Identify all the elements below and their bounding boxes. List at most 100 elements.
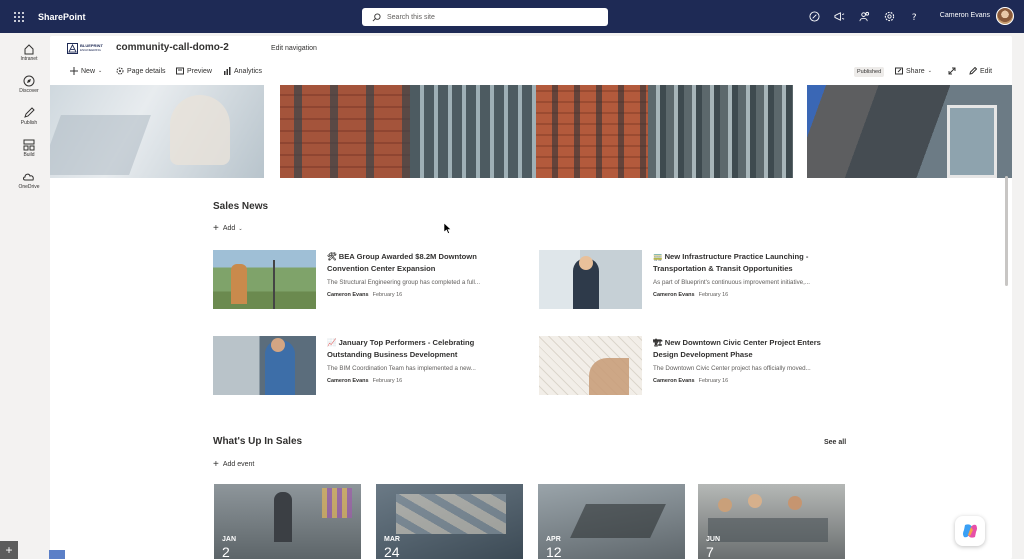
megaphone-icon[interactable] <box>834 11 845 22</box>
news-thumbnail <box>539 336 642 395</box>
news-title[interactable]: 🏗 New Downtown Civic Center Project Ente… <box>653 337 843 360</box>
copilot-icon <box>963 524 977 538</box>
logo-subtext: ENGINEERING <box>80 48 102 52</box>
grid-icon <box>23 139 35 151</box>
news-author: Cameron Evans <box>653 292 695 298</box>
chevron-down-icon: ⌄ <box>238 225 243 232</box>
copilot-button[interactable] <box>955 516 985 546</box>
news-meta: Cameron Evans February 16 <box>327 378 402 384</box>
mouse-pointer-icon <box>444 223 452 234</box>
event-card[interactable]: JAN 2 <box>214 484 361 559</box>
news-date: February 16 <box>698 292 729 298</box>
chevron-down-icon: ⌄ <box>927 68 932 74</box>
news-description: The BIM Coordination Team has implemente… <box>327 365 476 372</box>
see-all-link[interactable]: See all <box>824 439 846 446</box>
gear-icon[interactable] <box>884 11 895 22</box>
news-item[interactable]: 📈 January Top Performers - Celebrating O… <box>213 336 513 396</box>
page-scrollbar[interactable] <box>1005 176 1008 286</box>
plus-icon <box>70 67 78 75</box>
preview-button[interactable]: Preview <box>176 67 212 75</box>
event-day: 24 <box>384 544 400 559</box>
news-description: The Structural Engineering group has com… <box>327 279 481 286</box>
news-author: Cameron Evans <box>327 292 369 298</box>
gear-icon <box>116 67 124 75</box>
edit-navigation-link[interactable]: Edit navigation <box>271 45 317 52</box>
page-details-button[interactable]: Page details <box>116 67 166 75</box>
event-month: MAR <box>384 536 400 543</box>
news-description: The Downtown Civic Center project has of… <box>653 365 811 372</box>
analytics-label: Analytics <box>234 67 263 75</box>
user-name[interactable]: Cameron Evans <box>940 12 990 19</box>
news-author: Cameron Evans <box>653 378 695 384</box>
news-item[interactable]: 🛠 BEA Group Awarded $8.2M Downtown Conve… <box>213 250 513 310</box>
new-label: New <box>81 67 96 75</box>
news-thumbnail <box>213 250 316 309</box>
page-details-label: Page details <box>127 67 166 75</box>
people-icon[interactable] <box>859 11 870 22</box>
hero-image-glass-building <box>410 85 536 178</box>
search-placeholder: Search this site <box>387 13 435 21</box>
event-card[interactable]: MAR 24 <box>376 484 523 559</box>
search-box[interactable]: Search this site <box>362 8 608 26</box>
appbar-label: Intranet <box>20 56 38 62</box>
app-launcher-button[interactable] <box>0 0 38 33</box>
avatar[interactable] <box>996 7 1014 25</box>
news-meta: Cameron Evans February 16 <box>653 378 728 384</box>
share-button[interactable]: Share ⌄ <box>895 67 932 75</box>
news-thumbnail <box>539 250 642 309</box>
add-icon[interactable]: + <box>0 541 18 559</box>
waffle-icon <box>14 11 24 22</box>
event-card[interactable]: APR 12 <box>538 484 685 559</box>
expand-icon <box>948 67 956 75</box>
news-title[interactable]: 🚃 New Infrastructure Practice Launching … <box>653 251 843 274</box>
hero-image-dark-building <box>807 85 1012 178</box>
event-day: 2 <box>222 544 230 559</box>
help-circle-icon[interactable] <box>809 11 820 22</box>
page-canvas: BLUEPRINT ENGINEERING community-call-dom… <box>50 36 1012 559</box>
news-title[interactable]: 🛠 BEA Group Awarded $8.2M Downtown Conve… <box>327 251 517 274</box>
news-item[interactable]: 🚃 New Infrastructure Practice Launching … <box>539 250 839 310</box>
hero-image-brick-building <box>280 85 410 178</box>
pen-icon <box>969 67 977 75</box>
question-icon[interactable]: ? <box>909 11 920 22</box>
news-date: February 16 <box>698 378 729 384</box>
analytics-icon <box>224 67 231 75</box>
appbar-label: Discover <box>19 88 39 94</box>
app-name[interactable]: SharePoint <box>38 12 86 22</box>
news-meta: Cameron Evans February 16 <box>653 292 728 298</box>
status-badge: Published <box>854 67 885 77</box>
hero-image-window-facade <box>648 85 793 178</box>
share-label: Share <box>906 67 925 75</box>
edit-button[interactable]: Edit <box>969 67 992 75</box>
analytics-button[interactable]: Analytics <box>223 67 262 75</box>
news-thumbnail <box>213 336 316 395</box>
blueprint-logo-icon <box>67 42 78 54</box>
edit-label: Edit <box>980 67 993 75</box>
event-month: APR <box>546 536 561 543</box>
new-button[interactable]: New ⌄ <box>70 67 102 75</box>
news-item[interactable]: 🏗 New Downtown Civic Center Project Ente… <box>539 336 839 396</box>
site-title[interactable]: community-call-domo-2 <box>116 42 229 53</box>
news-meta: Cameron Evans February 16 <box>327 292 402 298</box>
news-title[interactable]: 📈 January Top Performers - Celebrating O… <box>327 337 517 360</box>
sales-news-title: Sales News <box>213 201 269 212</box>
event-month: JAN <box>222 536 237 543</box>
appbar-label: OneDrive <box>18 184 40 190</box>
suite-bar: SharePoint Search this site ? Cameron Ev… <box>0 0 1024 33</box>
expand-button[interactable] <box>948 67 959 75</box>
events-title: What's Up In Sales <box>213 436 303 447</box>
hero-banner[interactable] <box>50 85 1012 178</box>
event-day: 7 <box>706 544 714 559</box>
event-day: 12 <box>546 544 562 559</box>
add-event-button[interactable]: + Add event <box>213 459 254 470</box>
preview-icon <box>176 67 184 75</box>
event-card[interactable]: JUN 7 <box>698 484 845 559</box>
pen-icon <box>24 107 35 118</box>
cloud-icon <box>23 173 34 181</box>
add-label: Add <box>222 225 236 232</box>
svg-text:?: ? <box>912 12 917 22</box>
add-event-label: Add event <box>222 461 255 468</box>
add-news-button[interactable]: + Add ⌄ <box>213 223 243 234</box>
site-logo[interactable]: BLUEPRINT ENGINEERING <box>67 42 107 54</box>
appbar-label: Build <box>23 152 35 158</box>
